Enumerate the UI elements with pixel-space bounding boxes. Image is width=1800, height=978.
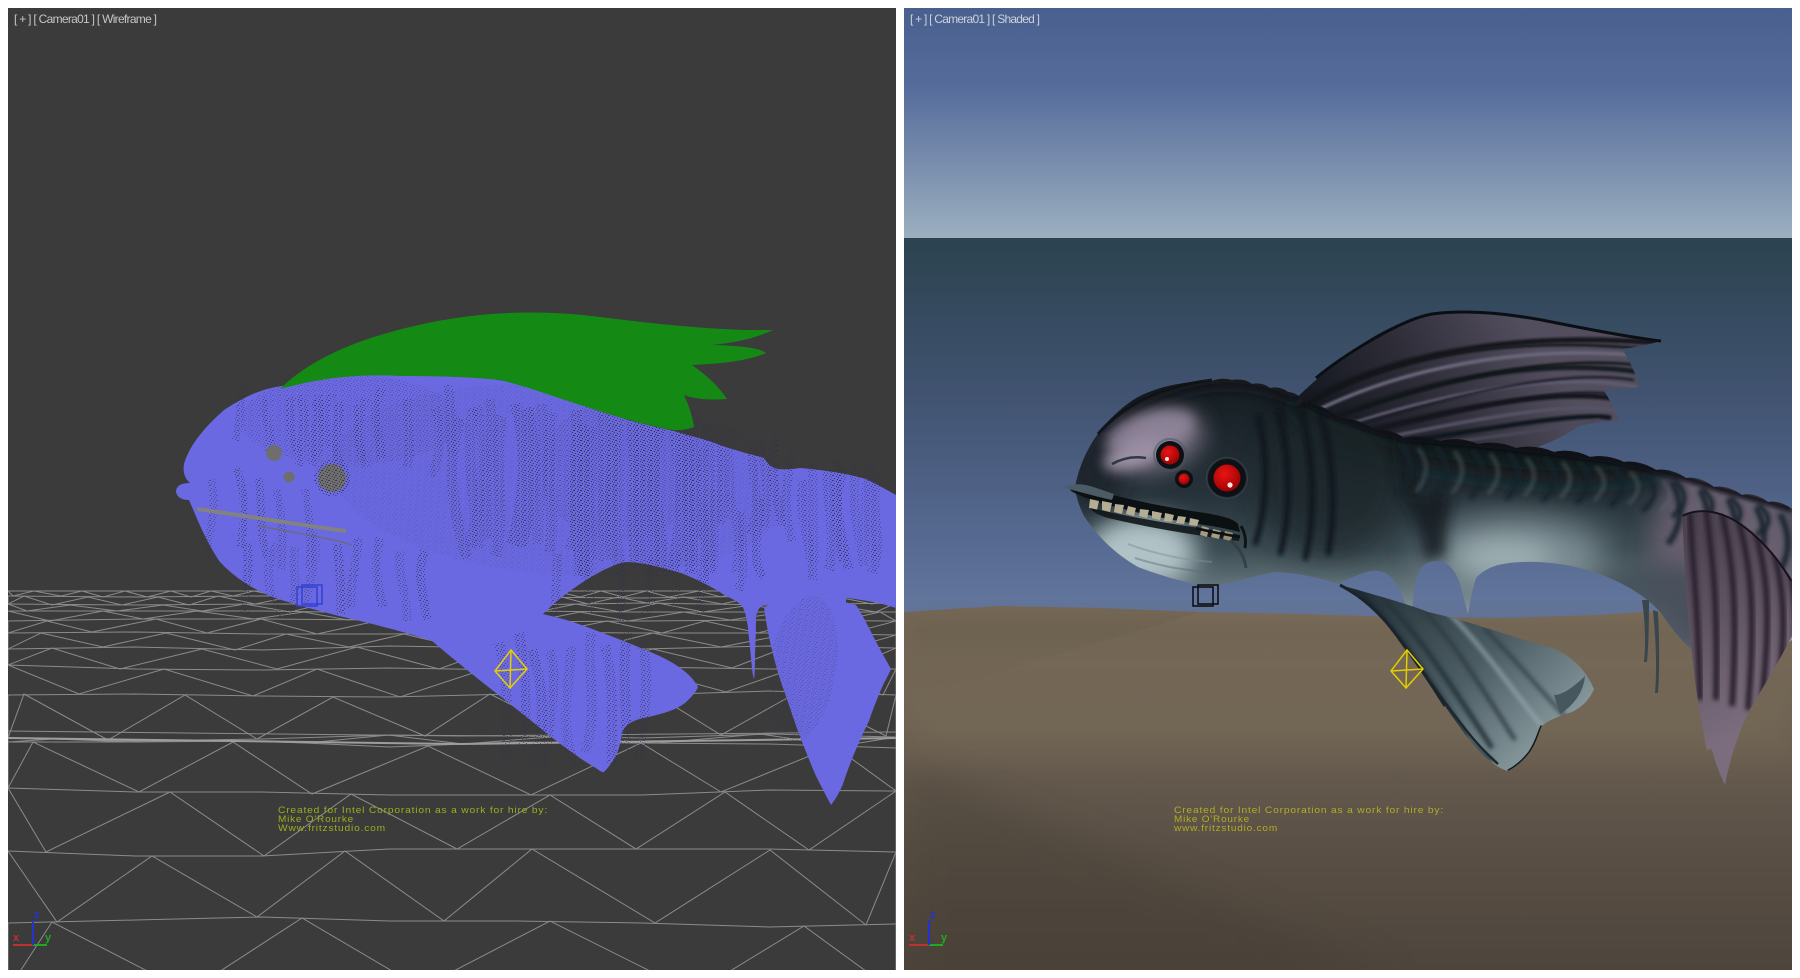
svg-text:x: x <box>13 932 20 944</box>
svg-text:x: x <box>909 932 916 944</box>
svg-text:[ + ] [ Camera01 ] [ Shaded ]: [ + ] [ Camera01 ] [ Shaded ] <box>910 12 1040 26</box>
svg-text:z: z <box>34 909 40 921</box>
svg-text:y: y <box>45 932 52 944</box>
svg-text:y: y <box>941 932 948 944</box>
svg-text:Www.fritzstudio.com: Www.fritzstudio.com <box>278 823 386 834</box>
svg-text:www.fritzstudio.com: www.fritzstudio.com <box>1173 823 1278 834</box>
svg-text:[ + ] [ Camera01 ] [ Wireframe: [ + ] [ Camera01 ] [ Wireframe ] <box>14 12 157 26</box>
svg-text:z: z <box>930 909 936 921</box>
